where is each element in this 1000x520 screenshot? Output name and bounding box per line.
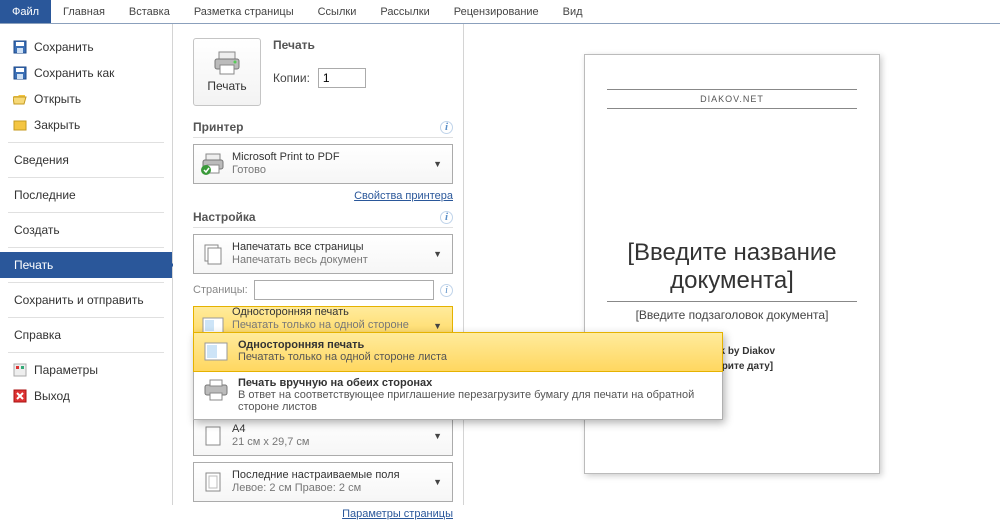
margins-dropdown[interactable]: Последние настраиваемые поля Левое: 2 см… bbox=[193, 462, 453, 502]
sidebar-item-exit[interactable]: Выход bbox=[0, 383, 172, 409]
info-icon[interactable]: i bbox=[440, 121, 453, 134]
sidebar-item-help[interactable]: Справка bbox=[0, 322, 172, 348]
printer-name: Microsoft Print to PDF bbox=[232, 151, 429, 164]
ribbon-tab-references[interactable]: Ссылки bbox=[306, 0, 369, 23]
sidebar-item-open[interactable]: Открыть bbox=[0, 86, 172, 112]
sidebar-label: Сохранить bbox=[34, 40, 94, 54]
page-setup-link[interactable]: Параметры страницы bbox=[193, 508, 453, 520]
info-icon[interactable]: i bbox=[440, 211, 453, 224]
print-content: Печать Печать Копии: Принтер i bbox=[173, 24, 1000, 505]
sidebar-label: Сохранить и отправить bbox=[14, 293, 144, 307]
sidebar-label: Сохранить как bbox=[34, 66, 114, 80]
folder-open-icon bbox=[12, 91, 28, 107]
chevron-down-icon: ▼ bbox=[429, 159, 446, 169]
ribbon-tabs: Файл Главная Вставка Разметка страницы С… bbox=[0, 0, 1000, 24]
sidebar-label: Выход bbox=[34, 389, 70, 403]
ribbon-tab-home[interactable]: Главная bbox=[51, 0, 117, 23]
save-as-icon bbox=[12, 65, 28, 81]
sidebar-item-print[interactable]: Печать bbox=[0, 252, 172, 278]
chevron-down-icon: ▼ bbox=[429, 249, 446, 259]
sidebar-item-saveas[interactable]: Сохранить как bbox=[0, 60, 172, 86]
sidebar-item-info[interactable]: Сведения bbox=[0, 147, 172, 173]
print-panel: Печать Печать Копии: Принтер i bbox=[173, 24, 463, 505]
sidebar-label: Создать bbox=[14, 223, 60, 237]
sidebar-label: Закрыть bbox=[34, 118, 80, 132]
sidebar-item-new[interactable]: Создать bbox=[0, 217, 172, 243]
print-title: Печать bbox=[273, 38, 366, 52]
sidebar-label: Справка bbox=[14, 328, 61, 342]
duplex-flyout: Односторонняя печать Печатать только на … bbox=[193, 332, 723, 420]
ribbon-tab-view[interactable]: Вид bbox=[551, 0, 595, 23]
info-icon[interactable]: i bbox=[440, 284, 453, 297]
duplex-option-manual[interactable]: Печать вручную на обеих сторонах В ответ… bbox=[194, 371, 722, 419]
sidebar-label: Параметры bbox=[34, 363, 98, 377]
pages-label: Страницы: bbox=[193, 284, 248, 296]
print-button[interactable]: Печать bbox=[193, 38, 261, 106]
section-settings: Настройка i bbox=[193, 210, 453, 228]
margins-icon bbox=[200, 469, 226, 495]
ribbon-tab-insert[interactable]: Вставка bbox=[117, 0, 182, 23]
copies-label: Копии: bbox=[273, 71, 310, 85]
pages-all-icon bbox=[200, 241, 226, 267]
preview-doc-subtitle: [Введите подзаголовок документа] bbox=[607, 308, 857, 322]
sidebar-label: Сведения bbox=[14, 153, 69, 167]
exit-icon bbox=[12, 388, 28, 404]
folder-close-icon bbox=[12, 117, 28, 133]
printer-icon bbox=[213, 51, 241, 75]
sidebar-item-save[interactable]: Сохранить bbox=[0, 34, 172, 60]
paper-dropdown[interactable]: A4 21 см x 29,7 см ▼ bbox=[193, 416, 453, 456]
chevron-down-icon: ▼ bbox=[429, 477, 446, 487]
paper-size-icon bbox=[200, 423, 226, 449]
print-button-label: Печать bbox=[207, 79, 246, 93]
printer-properties-link[interactable]: Свойства принтера bbox=[193, 190, 453, 202]
ribbon-tab-file[interactable]: Файл bbox=[0, 0, 51, 23]
pages-input[interactable] bbox=[254, 280, 434, 300]
sidebar-item-options[interactable]: Параметры bbox=[0, 357, 172, 383]
one-sided-icon bbox=[202, 339, 230, 365]
duplex-option-onesided[interactable]: Односторонняя печать Печатать только на … bbox=[193, 332, 723, 372]
scope-dropdown[interactable]: Напечатать все страницы Напечатать весь … bbox=[193, 234, 453, 274]
sidebar-item-close[interactable]: Закрыть bbox=[0, 112, 172, 138]
sidebar-label: Последние bbox=[14, 188, 76, 202]
printer-ready-icon bbox=[200, 151, 226, 177]
sidebar-label: Открыть bbox=[34, 92, 81, 106]
ribbon-tab-mailings[interactable]: Рассылки bbox=[368, 0, 441, 23]
preview-doc-title: [Введите название документа] bbox=[607, 239, 857, 295]
ribbon-tab-review[interactable]: Рецензирование bbox=[442, 0, 551, 23]
print-preview: DIAKOV.NET [Введите название документа] … bbox=[463, 24, 1000, 505]
preview-watermark: DIAKOV.NET bbox=[607, 94, 857, 104]
printer-dropdown[interactable]: Microsoft Print to PDF Готово ▼ bbox=[193, 144, 453, 184]
copies-input[interactable] bbox=[318, 68, 366, 88]
sidebar-label: Печать bbox=[14, 258, 53, 272]
sidebar-item-recent[interactable]: Последние bbox=[0, 182, 172, 208]
options-icon bbox=[12, 362, 28, 378]
backstage-sidebar: Сохранить Сохранить как Открыть Закрыть … bbox=[0, 24, 173, 505]
chevron-down-icon: ▼ bbox=[429, 321, 446, 331]
section-printer: Принтер i bbox=[193, 120, 453, 138]
manual-duplex-icon bbox=[202, 377, 230, 403]
save-icon bbox=[12, 39, 28, 55]
printer-status: Готово bbox=[232, 164, 429, 177]
sidebar-item-savesend[interactable]: Сохранить и отправить bbox=[0, 287, 172, 313]
chevron-down-icon: ▼ bbox=[429, 431, 446, 441]
ribbon-tab-layout[interactable]: Разметка страницы bbox=[182, 0, 306, 23]
backstage-main: Сохранить Сохранить как Открыть Закрыть … bbox=[0, 24, 1000, 505]
